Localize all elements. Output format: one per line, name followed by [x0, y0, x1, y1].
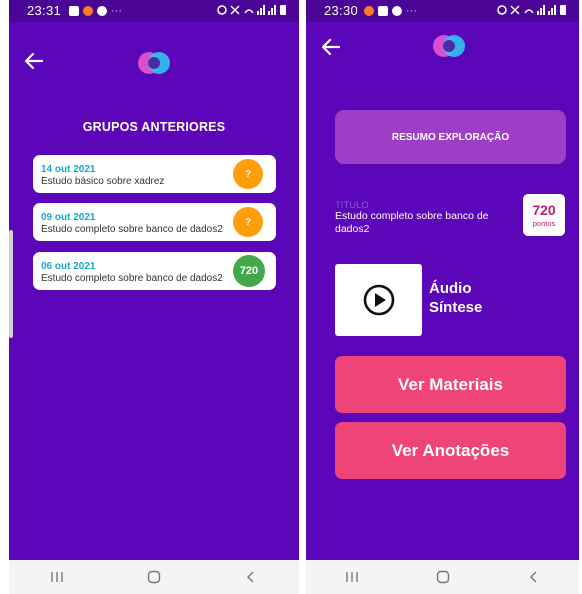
- more-notifications-icon: ···: [111, 5, 122, 17]
- back-arrow-icon[interactable]: [23, 50, 45, 72]
- status-bar: 23:31 ···: [9, 0, 299, 22]
- system-status-icons: [497, 4, 569, 19]
- score-unit: pontos: [532, 219, 556, 228]
- group-name: Estudo básico sobre xadrez: [41, 176, 165, 187]
- audio-play-button[interactable]: [335, 264, 422, 336]
- status-badge: ?: [233, 159, 263, 189]
- play-icon: [363, 284, 394, 316]
- group-name: Estudo completo sobre banco de dados2: [41, 273, 223, 284]
- recents-icon: [345, 572, 358, 582]
- group-card[interactable]: 06 out 2021 Estudo completo sobre banco …: [33, 252, 276, 290]
- previous-groups-title: GRUPOS ANTERIORES: [82, 120, 226, 134]
- home-icon: [436, 570, 449, 584]
- signal-icon: [217, 5, 286, 15]
- audio-label-line1: Áudio: [429, 280, 472, 297]
- signal-icon: [497, 5, 566, 15]
- status-bar: 23:30 ···: [306, 0, 579, 22]
- app-notification-icon: [364, 6, 374, 16]
- gallery-icon: [378, 6, 388, 16]
- audio-synthesis-label: Áudio Síntese: [429, 279, 509, 317]
- score-value: 720: [532, 202, 556, 218]
- resumo-exploracao-button[interactable]: RESUMO EXPLORAÇÃO: [335, 110, 566, 164]
- group-date: 14 out 2021: [41, 164, 96, 175]
- status-time: 23:30: [324, 3, 359, 18]
- group-date: 09 out 2021: [41, 212, 96, 223]
- right-screen: 23:30 ··· RESUMO EXPLORAÇÃO TITULO Estud…: [306, 0, 579, 594]
- android-nav-bar: [9, 560, 299, 594]
- recents-button[interactable]: [337, 562, 367, 592]
- nav-back-icon: [529, 571, 536, 583]
- gallery-icon: [69, 6, 79, 16]
- more-notifications-icon: ···: [406, 5, 417, 17]
- android-nav-bar: [306, 560, 579, 594]
- nav-back-icon: [246, 571, 254, 583]
- drag-handle[interactable]: [9, 230, 13, 338]
- app-logo-icon: [138, 52, 170, 74]
- status-badge: ?: [233, 207, 263, 237]
- audio-label-line2: Síntese: [429, 299, 483, 316]
- group-card[interactable]: 14 out 2021 Estudo básico sobre xadrez ?: [33, 155, 276, 193]
- recents-icon: [51, 572, 64, 582]
- study-title: Estudo completo sobre banco de dados2: [335, 210, 489, 235]
- home-button[interactable]: [428, 562, 458, 592]
- nav-back-button[interactable]: [236, 562, 266, 592]
- app-notification-icon: [83, 6, 93, 16]
- status-notification-icons: ···: [364, 5, 417, 17]
- facebook-icon: [97, 6, 107, 16]
- group-date: 06 out 2021: [41, 261, 96, 272]
- facebook-icon: [392, 6, 402, 16]
- app-logo-icon: [433, 35, 465, 57]
- status-notification-icons: ···: [69, 5, 122, 17]
- home-icon: [147, 570, 161, 584]
- nav-back-button[interactable]: [519, 562, 549, 592]
- recents-button[interactable]: [42, 562, 72, 592]
- score-card: 720 pontos: [523, 194, 565, 236]
- home-button[interactable]: [139, 562, 169, 592]
- group-card[interactable]: 09 out 2021 Estudo completo sobre banco …: [33, 203, 276, 241]
- status-time: 23:31: [27, 3, 62, 18]
- system-status-icons: [217, 4, 289, 19]
- group-name: Estudo completo sobre banco de dados2: [41, 224, 223, 235]
- score-badge: 720: [233, 255, 265, 287]
- ver-anotacoes-button[interactable]: Ver Anotações: [335, 422, 566, 479]
- back-arrow-icon[interactable]: [320, 36, 342, 58]
- ver-materiais-button[interactable]: Ver Materiais: [335, 356, 566, 413]
- left-screen: 23:31 ··· GRUPOS ANTERIORES 14 out 2021 …: [9, 0, 299, 594]
